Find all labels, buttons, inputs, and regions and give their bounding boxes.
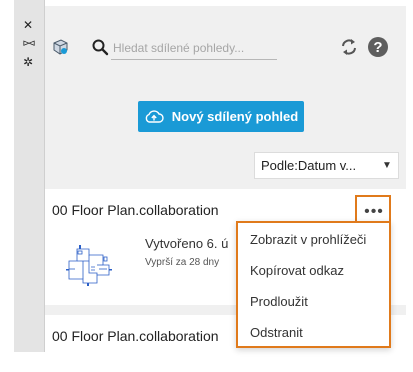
- menu-item-view-in-viewer[interactable]: Zobrazit v prohlížeči: [250, 232, 366, 247]
- chevron-down-icon: ▼: [382, 160, 392, 171]
- menu-item-delete[interactable]: Odstranit: [250, 325, 303, 340]
- sync-icon[interactable]: [339, 37, 359, 57]
- card-context-menu: Zobrazit v prohlížeči Kopírovat odkaz Pr…: [236, 221, 391, 348]
- card-title: 00 Floor Plan.collaboration: [52, 328, 219, 344]
- more-button-highlight: [355, 195, 391, 223]
- new-shared-view-label: Nový sdílený pohled: [171, 109, 299, 124]
- shared-views-logo-icon: [53, 39, 68, 55]
- cloud-upload-icon: [145, 109, 164, 123]
- sort-value: Datum v...: [297, 158, 357, 173]
- search-icon[interactable]: [91, 38, 109, 56]
- new-shared-view-button[interactable]: Nový sdílený pohled: [138, 101, 304, 132]
- card-title: 00 Floor Plan.collaboration: [52, 202, 219, 218]
- settings-icon[interactable]: ✲: [20, 55, 36, 69]
- expiry-info: Vyprší za 28 dny: [145, 257, 220, 268]
- floor-plan-thumbnail[interactable]: [63, 239, 119, 289]
- close-icon[interactable]: ✕: [20, 18, 36, 32]
- menu-item-copy-link[interactable]: Kopírovat odkaz: [250, 263, 344, 278]
- left-margin: [0, 0, 14, 372]
- sort-dropdown[interactable]: Podle: Datum v... ▼: [254, 152, 399, 179]
- help-icon[interactable]: ?: [368, 37, 388, 57]
- panel-header: ?: [45, 6, 406, 78]
- sort-label: Podle:: [261, 158, 298, 173]
- search-input[interactable]: [111, 36, 277, 60]
- menu-item-extend[interactable]: Prodloužit: [250, 294, 308, 309]
- palette-title-bar: ✕ ⊳⊲ ✲: [14, 0, 45, 352]
- created-date: Vytvořeno 6. ú: [145, 236, 229, 251]
- pin-icon[interactable]: ⊳⊲: [20, 36, 36, 50]
